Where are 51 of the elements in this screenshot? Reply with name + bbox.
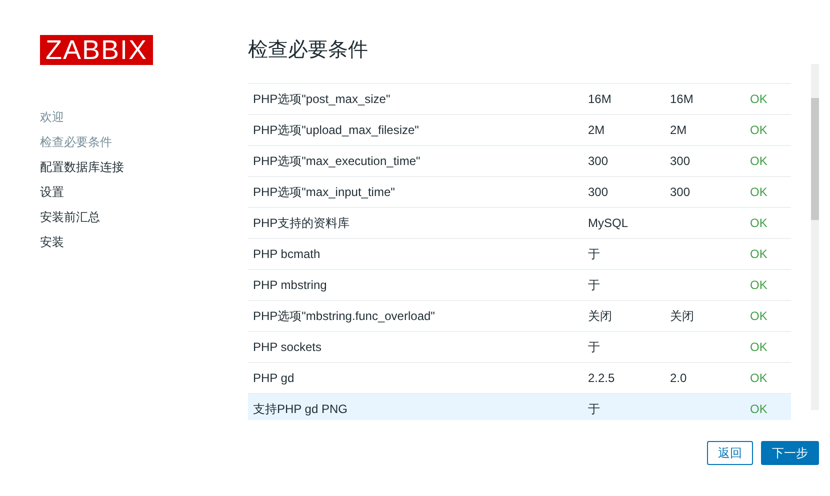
- status-text: OK: [750, 216, 768, 230]
- current-value: 关闭: [588, 309, 612, 323]
- required-value: 关闭: [670, 309, 694, 323]
- back-button[interactable]: 返回: [707, 441, 753, 465]
- requirement-name: PHP gd: [253, 371, 294, 385]
- current-value: 2.2.5: [588, 371, 615, 385]
- scrollbar-thumb[interactable]: [811, 98, 819, 220]
- required-value: 300: [670, 154, 690, 168]
- requirement-name: PHP选项"upload_max_filesize": [253, 123, 419, 137]
- status-text: OK: [750, 402, 768, 416]
- current-value: 于: [588, 278, 600, 292]
- step-item: 设置: [40, 184, 65, 201]
- status-text: OK: [750, 247, 768, 261]
- requirement-name: PHP支持的资料库: [253, 216, 350, 230]
- status-text: OK: [750, 278, 768, 292]
- current-value: 16M: [588, 92, 612, 106]
- next-button[interactable]: 下一步: [761, 441, 819, 465]
- step-item: 安装前汇总: [40, 209, 101, 226]
- current-value: 于: [588, 402, 600, 416]
- status-text: OK: [750, 92, 768, 106]
- page-title: 检查必要条件: [248, 38, 369, 63]
- requirement-name: PHP选项"max_input_time": [253, 185, 395, 199]
- status-text: OK: [750, 185, 768, 199]
- current-value: 300: [588, 154, 608, 168]
- requirement-name: PHP选项"mbstring.func_overload": [253, 309, 435, 323]
- required-value: 300: [670, 185, 690, 199]
- requirement-name: PHP sockets: [253, 340, 322, 354]
- status-text: OK: [750, 371, 768, 385]
- required-value: 2M: [670, 123, 687, 137]
- current-value: 2M: [588, 123, 605, 137]
- step-item: 安装: [40, 234, 65, 251]
- status-text: OK: [750, 309, 768, 323]
- step-item: 检查必要条件: [40, 134, 113, 151]
- required-value: 16M: [670, 92, 694, 106]
- step-item: 欢迎: [40, 109, 65, 126]
- requirement-name: 支持PHP gd PNG: [253, 402, 348, 416]
- status-text: OK: [750, 340, 768, 354]
- requirement-name: PHP mbstring: [253, 278, 327, 292]
- requirement-name: PHP选项"post_max_size": [253, 92, 390, 106]
- requirement-name: PHP选项"max_execution_time": [253, 154, 420, 168]
- current-value: 300: [588, 185, 608, 199]
- current-value: 于: [588, 247, 600, 261]
- current-value: MySQL: [588, 216, 628, 230]
- status-text: OK: [750, 154, 768, 168]
- scrollbar[interactable]: [811, 64, 819, 410]
- current-value: 于: [588, 340, 600, 354]
- required-value: 2.0: [670, 371, 687, 385]
- logo: ZABBIX: [40, 35, 153, 65]
- requirement-name: PHP bcmath: [253, 247, 320, 261]
- status-text: OK: [750, 123, 768, 137]
- step-item: 配置数据库连接: [40, 159, 125, 176]
